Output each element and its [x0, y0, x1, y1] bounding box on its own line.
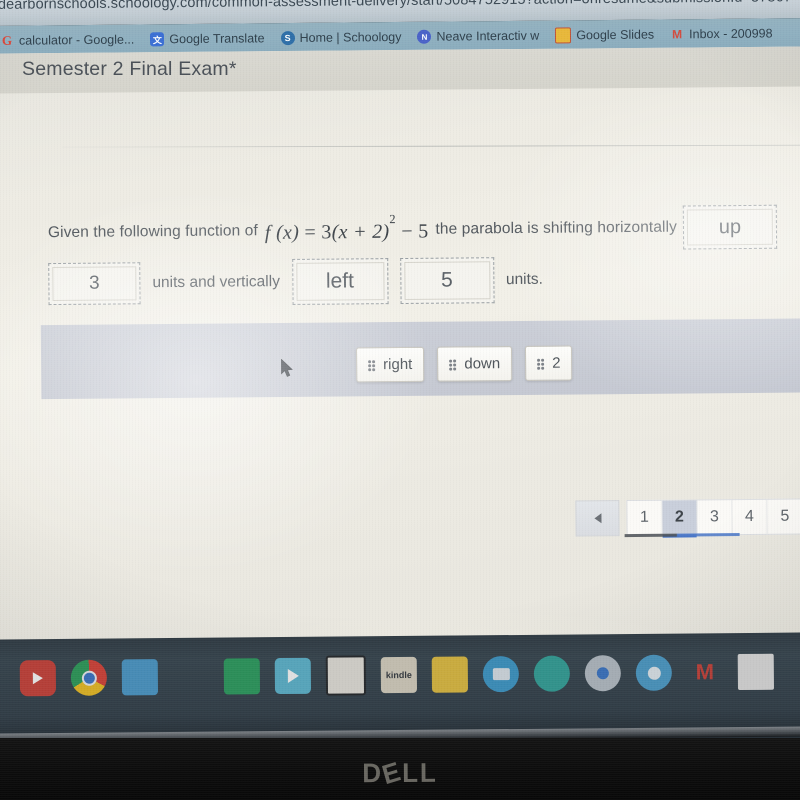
apps-grid-icon[interactable] — [533, 655, 571, 692]
draggable-chip-2[interactable]: 2 — [525, 345, 573, 381]
equation-constant: 5 — [418, 220, 429, 243]
youtube-icon[interactable] — [19, 660, 57, 697]
drop-zone-horizontal-direction[interactable]: up — [682, 204, 778, 250]
mouse-cursor — [281, 358, 293, 377]
bookmark-home-schoology[interactable]: S Home | Schoology — [280, 29, 402, 46]
equation-fx: f (x) — [264, 221, 300, 244]
drop-zone-vertical-units[interactable]: 5 — [399, 257, 495, 305]
drop-zone-vertical-direction[interactable]: left — [291, 258, 389, 305]
files-icon[interactable] — [482, 655, 520, 693]
question-line-1: Given the following function of f (x) = … — [47, 204, 778, 255]
chevron-left-icon — [593, 513, 602, 524]
pagination-page-1[interactable]: 1 — [627, 500, 663, 536]
bookmark-label: calculator - Google... — [18, 32, 135, 48]
url-text: dearbornschools.schoology.com/common-ass… — [0, 0, 792, 13]
equation-coefficient: 3 — [321, 220, 332, 244]
laptop-photo: dearbornschools.schoology.com/common-ass… — [0, 0, 800, 800]
pagination: 1 2 3 4 5 — [575, 498, 800, 537]
bookmark-label: Google Slides — [576, 27, 655, 43]
bookmark-google-slides[interactable]: Google Slides — [555, 27, 654, 44]
chrome-icon[interactable] — [70, 659, 108, 696]
pagination-page-5[interactable]: 5 — [767, 500, 800, 534]
schoology-icon: S — [280, 31, 295, 46]
pagination-prev-button[interactable] — [575, 500, 620, 537]
pagination-page-2[interactable]: 2 — [662, 500, 698, 535]
draggable-chip-right[interactable]: right — [355, 346, 425, 383]
translate-icon: 文 — [150, 32, 165, 47]
dell-logo: DELL — [16, 755, 784, 792]
bookmark-calculator[interactable]: G calculator - Google... — [0, 32, 135, 48]
qr-code-icon[interactable] — [737, 653, 775, 691]
question-mid-text-1: the parabola is shifting horizontally — [435, 218, 678, 238]
google-sheets-icon[interactable] — [223, 658, 261, 695]
camera-icon[interactable] — [584, 655, 622, 692]
pagination-page-4[interactable]: 4 — [732, 499, 768, 535]
play-store-icon[interactable] — [274, 657, 312, 695]
equation-equals: = — [304, 221, 317, 244]
bookmark-label: Neave Interactiv w — [436, 28, 540, 44]
settings-icon[interactable] — [635, 654, 673, 691]
google-keep-icon[interactable] — [431, 656, 469, 693]
bookmark-inbox-gmail[interactable]: M Inbox - 200998 — [670, 26, 773, 41]
browser-viewport: Given the following function of f (x) = … — [0, 46, 800, 654]
drag-handle-icon — [537, 358, 545, 370]
page-title: Semester 2 Final Exam* — [22, 58, 237, 80]
drag-handle-icon — [449, 359, 457, 371]
chip-label: 2 — [552, 354, 561, 372]
question-content: Given the following function of f (x) = … — [0, 46, 800, 653]
pagination-page-3[interactable]: 3 — [697, 500, 733, 535]
gmail-icon[interactable]: M — [687, 654, 723, 690]
google-icon: G — [1, 32, 13, 48]
draggable-chip-down[interactable]: down — [437, 346, 513, 382]
neave-icon: N — [417, 29, 432, 44]
bookmark-google-translate[interactable]: 文 Google Translate — [150, 31, 265, 47]
chip-label: right — [383, 355, 413, 374]
equation-exponent: 2 — [389, 211, 396, 226]
equation-minus: − — [401, 220, 413, 243]
pagination-pages: 1 2 3 4 5 — [626, 498, 800, 537]
dell-logo-ll: LL — [402, 757, 438, 788]
bookmark-label: Home | Schoology — [299, 29, 402, 45]
equation-binomial: (x + 2) — [331, 220, 390, 243]
question-lead-text: Given the following function of — [47, 222, 258, 242]
drop-zone-horizontal-units[interactable]: 3 — [48, 262, 141, 306]
question-line-2: 3 units and vertically left 5 units. — [48, 257, 543, 307]
pagination-progress-bar — [624, 533, 740, 538]
slides-icon — [555, 27, 572, 44]
drag-handle-icon — [368, 359, 376, 371]
calculator-icon[interactable] — [325, 655, 367, 696]
function-equation: f (x) = 3(x + 2)2 − 5 — [264, 212, 429, 244]
bookmark-label: Inbox - 200998 — [689, 26, 773, 42]
bookmark-label: Google Translate — [169, 31, 265, 47]
answer-bank-chips: right down 2 — [355, 345, 573, 383]
bookmark-neave-interactive[interactable]: N Neave Interactiv w — [417, 29, 539, 44]
question-end-text: units. — [505, 270, 544, 289]
kindle-icon[interactable]: kindle — [380, 656, 418, 694]
gmail-icon: M — [672, 27, 683, 42]
google-docs-icon[interactable] — [121, 659, 159, 696]
taskbar: kindle M — [0, 640, 800, 709]
chip-label: down — [464, 355, 501, 373]
google-drive-icon[interactable] — [173, 659, 209, 695]
question-mid-text-2: units and vertically — [152, 273, 280, 292]
